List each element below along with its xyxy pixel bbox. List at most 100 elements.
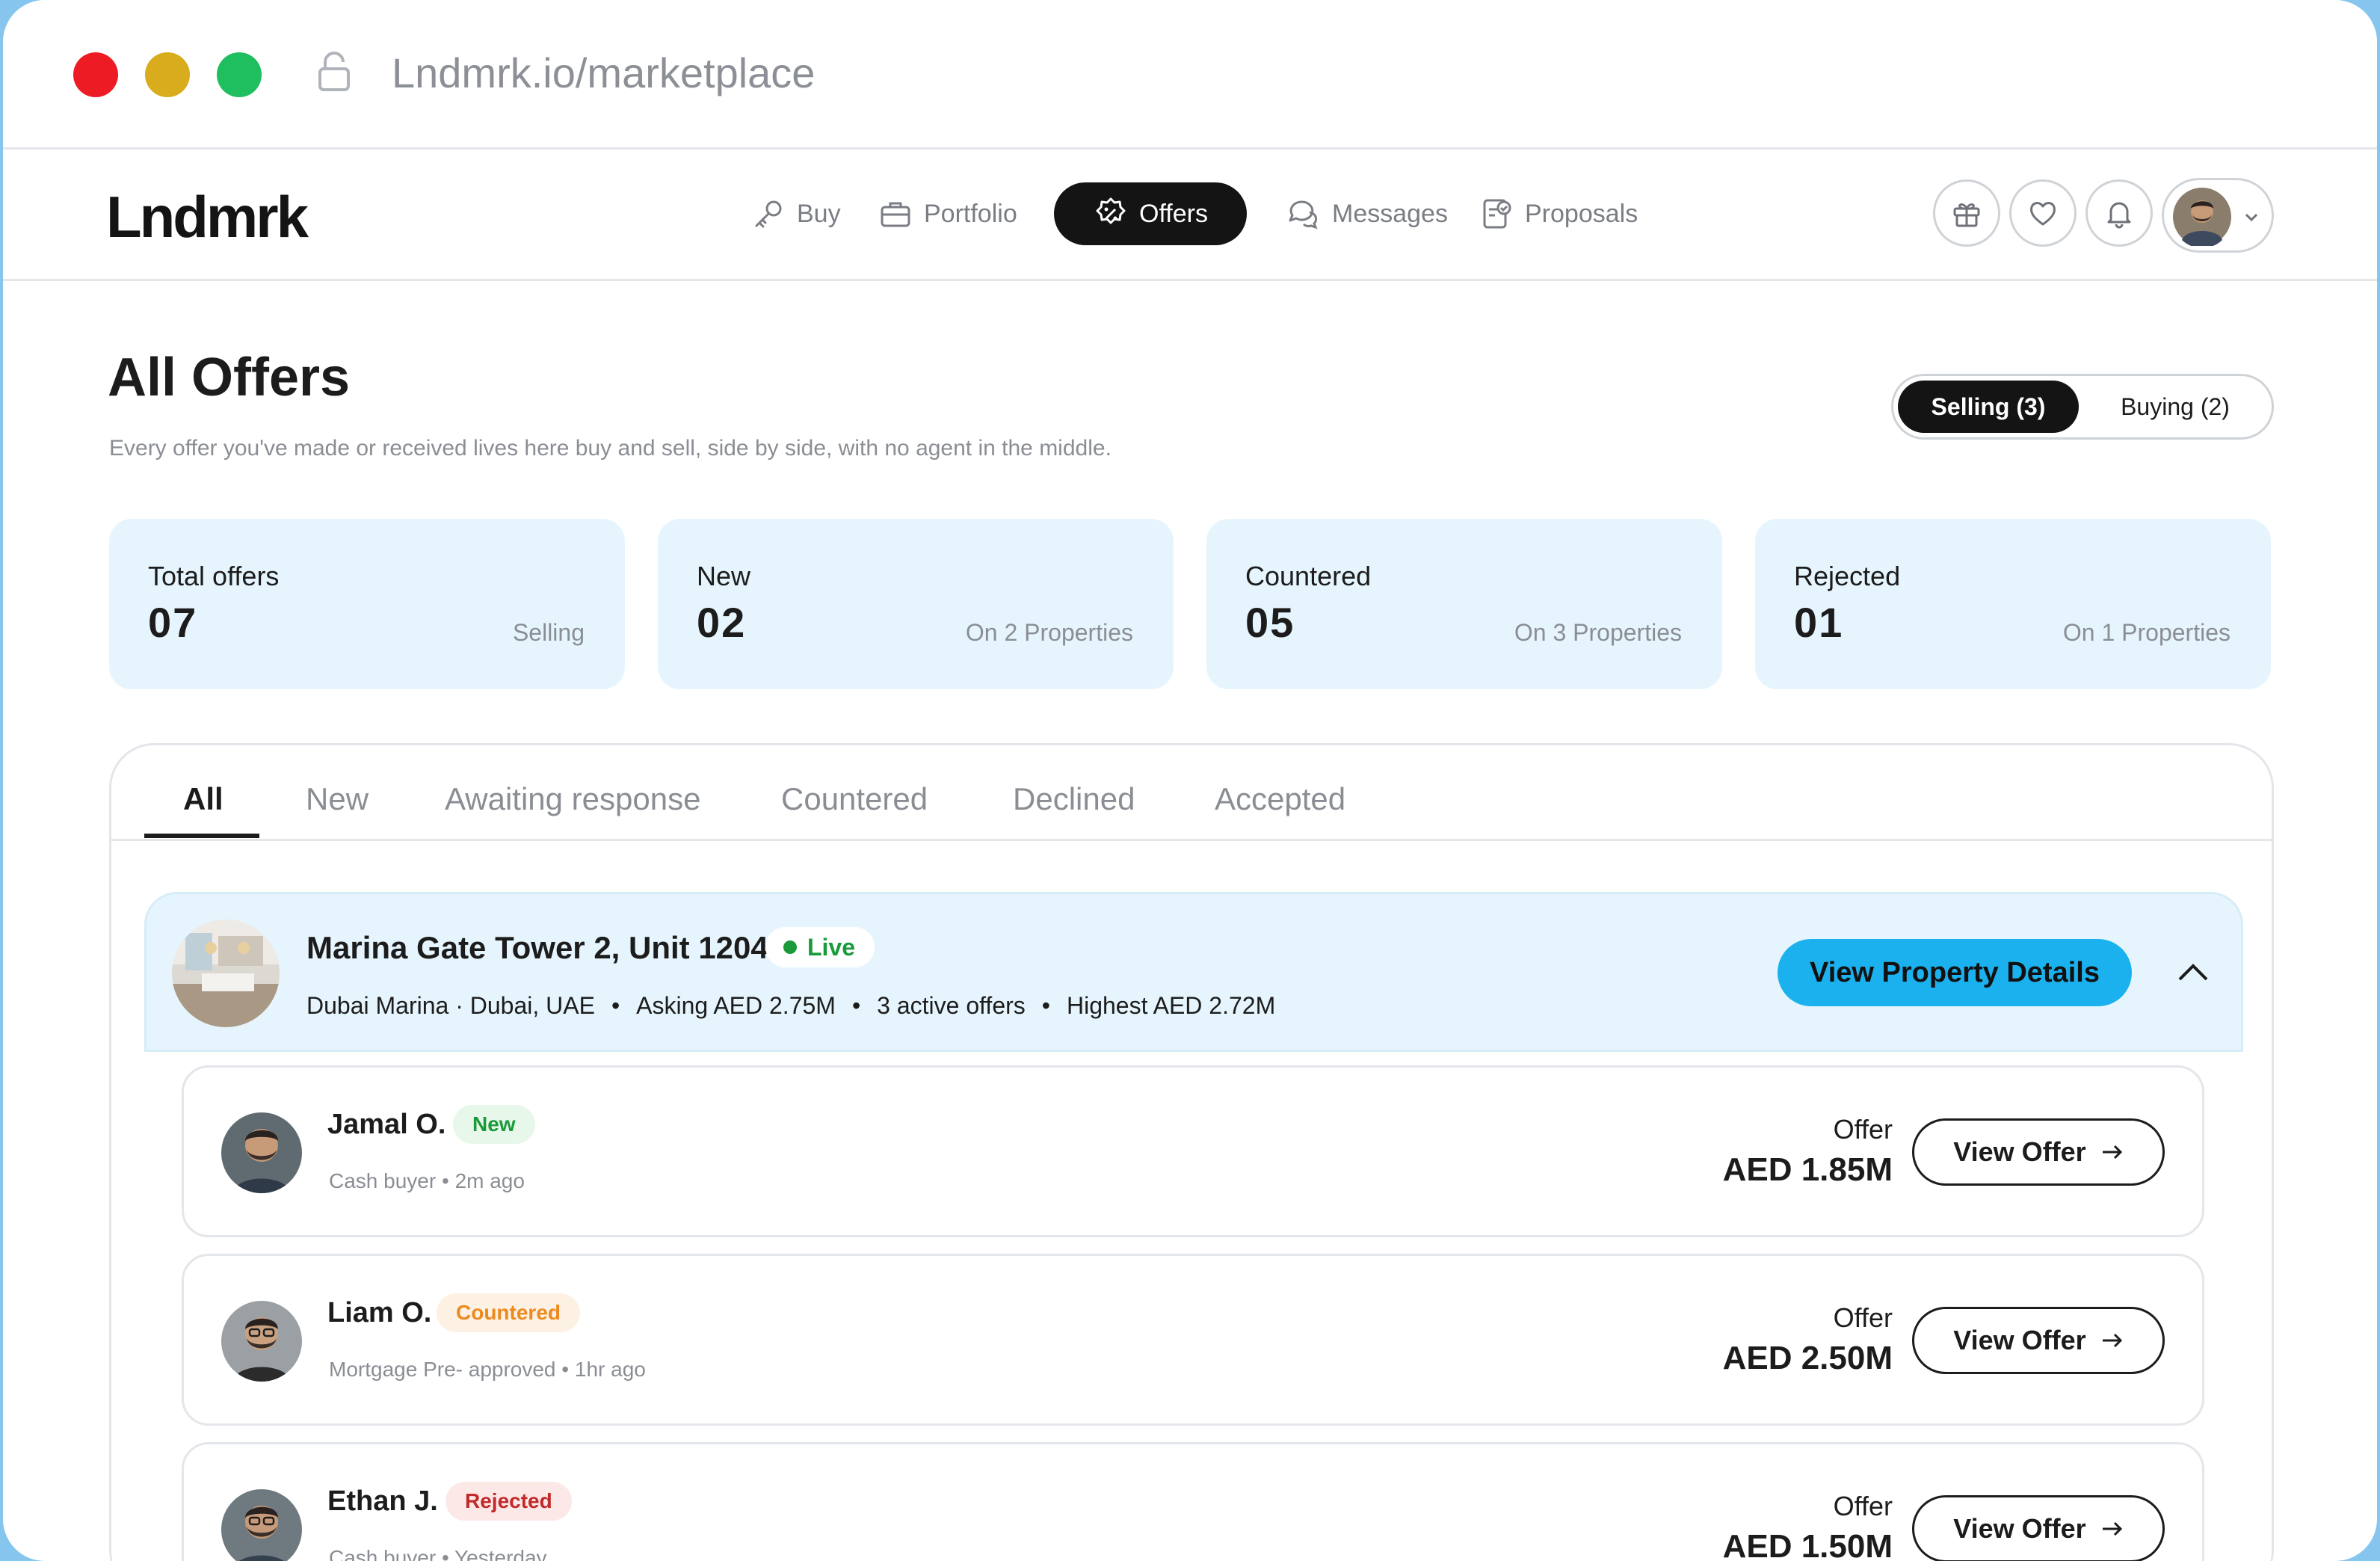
notifications-button[interactable] [2085, 179, 2153, 247]
nav-item-label: Buy [797, 199, 841, 228]
nav-item-label: Proposals [1525, 199, 1638, 228]
page-subtitle: Every offer you've made or received live… [109, 436, 1112, 461]
offer-amount: AED 2.50M [1722, 1340, 1893, 1376]
property-meta: Dubai Marina · Dubai, UAE • Asking AED 2… [306, 990, 1275, 1021]
buyer-name: Jamal O. [327, 1109, 446, 1140]
offer-row: Liam O. Countered Mortgage Pre- approved… [182, 1254, 2204, 1426]
property-active-offers: 3 active offers [877, 992, 1026, 1019]
stat-value: 02 [697, 599, 747, 646]
arrow-right-icon [2102, 1333, 2122, 1348]
stat-note: On 1 Properties [2062, 619, 2231, 646]
gift-button[interactable] [1933, 179, 2000, 247]
nav-item-label: Offers [1139, 199, 1208, 228]
tab-all[interactable]: All [183, 780, 223, 819]
brand-logo[interactable]: Lndmrk [106, 185, 309, 248]
buyer-avatar [221, 1489, 302, 1561]
view-offer-button[interactable]: View Offer [1912, 1118, 2165, 1186]
view-offer-button[interactable]: View Offer [1912, 1307, 2165, 1374]
view-offer-label: View Offer [1953, 1136, 2086, 1167]
lock-icon [318, 52, 350, 91]
toggle-selling[interactable]: Selling (3) [1898, 381, 2079, 433]
status-badge-rejected: Rejected [446, 1482, 572, 1521]
buyer-type: Mortgage Pre- approved [329, 1358, 556, 1381]
offer-time: Yesterday [454, 1546, 547, 1561]
key-icon [755, 200, 782, 228]
stat-value: 07 [148, 599, 198, 646]
chat-bubbles-icon [1289, 200, 1318, 230]
meta-separator: • [1041, 992, 1050, 1019]
buyer-name: Liam O. [327, 1297, 432, 1328]
minimize-window-button[interactable] [145, 52, 190, 97]
tab-awaiting-response[interactable]: Awaiting response [445, 780, 700, 819]
active-tab-indicator [144, 834, 259, 838]
offer-row: Jamal O. New Cash buyer • 2m ago Offer A… [182, 1065, 2204, 1237]
tab-new[interactable]: New [306, 780, 369, 819]
meta-separator: • [441, 1169, 455, 1192]
offer-label: Offer [1833, 1114, 1893, 1145]
nav-item-portfolio[interactable]: Portfolio [878, 182, 1017, 245]
view-offer-button[interactable]: View Offer [1912, 1495, 2165, 1561]
tab-declined[interactable]: Declined [1013, 780, 1135, 819]
nav-item-proposals[interactable]: Proposals [1479, 182, 1638, 245]
offer-row: Ethan J. Rejected Cash buyer • Yesterday… [182, 1442, 2204, 1561]
status-badge-new: New [453, 1105, 535, 1144]
stat-label: Countered [1245, 561, 1372, 591]
stat-label: New [697, 561, 751, 591]
stat-value: 05 [1245, 599, 1295, 646]
buyer-name: Ethan J. [327, 1485, 438, 1517]
close-window-button[interactable] [73, 52, 118, 97]
property-thumbnail[interactable] [172, 920, 280, 1027]
offer-amount: AED 1.85M [1722, 1151, 1893, 1188]
maximize-window-button[interactable] [217, 52, 262, 97]
meta-separator: • [851, 992, 861, 1019]
nav-item-label: Portfolio [924, 199, 1017, 228]
meta-separator: • [441, 1546, 455, 1561]
offer-amount: AED 1.50M [1722, 1528, 1893, 1561]
stat-note: Selling [512, 619, 585, 646]
view-offer-label: View Offer [1953, 1325, 2086, 1355]
arrow-right-icon [2102, 1145, 2122, 1160]
nav-item-offers[interactable]: Offers [1054, 182, 1247, 245]
property-location: Dubai Marina · Dubai, UAE [306, 992, 595, 1019]
stat-card-new: New 02 On 2 Properties [658, 519, 1174, 689]
toggle-buying[interactable]: Buying (2) [2091, 381, 2260, 433]
selling-buying-toggle: Selling (3) Buying (2) [1891, 374, 2274, 440]
chevron-down-icon [2245, 213, 2258, 222]
offer-time: 2m ago [454, 1169, 525, 1192]
buyer-avatar [221, 1301, 302, 1382]
address-bar[interactable]: Lndmrk.io/marketplace [392, 49, 815, 97]
stat-note: On 2 Properties [965, 619, 1133, 646]
stat-label: Rejected [1794, 561, 1901, 591]
arrow-right-icon [2102, 1521, 2122, 1536]
gift-icon [1953, 203, 1980, 227]
offer-time: 1hr ago [574, 1358, 646, 1381]
buyer-type: Cash buyer [329, 1169, 437, 1192]
bell-icon [2107, 202, 2131, 229]
property-name: Marina Gate Tower 2, Unit 1204 [306, 930, 768, 965]
profile-menu-button[interactable] [2162, 178, 2274, 253]
offer-label: Offer [1833, 1491, 1893, 1521]
property-header: Marina Gate Tower 2, Unit 1204 Live Duba… [144, 892, 2243, 1052]
stat-label: Total offers [148, 561, 280, 591]
favorites-button[interactable] [2009, 179, 2077, 247]
status-badge-live: Live [765, 927, 875, 967]
discount-badge-icon [1096, 197, 1126, 224]
nav-item-buy[interactable]: Buy [750, 182, 841, 245]
view-property-details-button[interactable]: View Property Details [1778, 939, 2132, 1006]
tab-accepted[interactable]: Accepted [1215, 780, 1345, 819]
buyer-type: Cash buyer [329, 1546, 437, 1561]
chevron-up-icon[interactable] [2175, 957, 2211, 987]
property-highest-offer: Highest AED 2.72M [1066, 992, 1276, 1019]
status-badge-countered: Countered [437, 1293, 580, 1332]
nav-item-label: Messages [1332, 199, 1448, 228]
tab-countered[interactable]: Countered [781, 780, 928, 819]
document-check-icon [1483, 199, 1511, 229]
offers-panel: All New Awaiting response Countered Decl… [109, 743, 2274, 1561]
browser-window: Lndmrk.io/marketplace Lndmrk Buy Portfol… [3, 0, 2377, 1561]
nav-item-messages[interactable]: Messages [1286, 182, 1448, 245]
briefcase-icon [881, 202, 910, 227]
meta-separator: • [611, 992, 620, 1019]
stat-note: On 3 Properties [1514, 619, 1682, 646]
stat-value: 01 [1794, 599, 1844, 646]
stat-card-total: Total offers 07 Selling [109, 519, 625, 689]
